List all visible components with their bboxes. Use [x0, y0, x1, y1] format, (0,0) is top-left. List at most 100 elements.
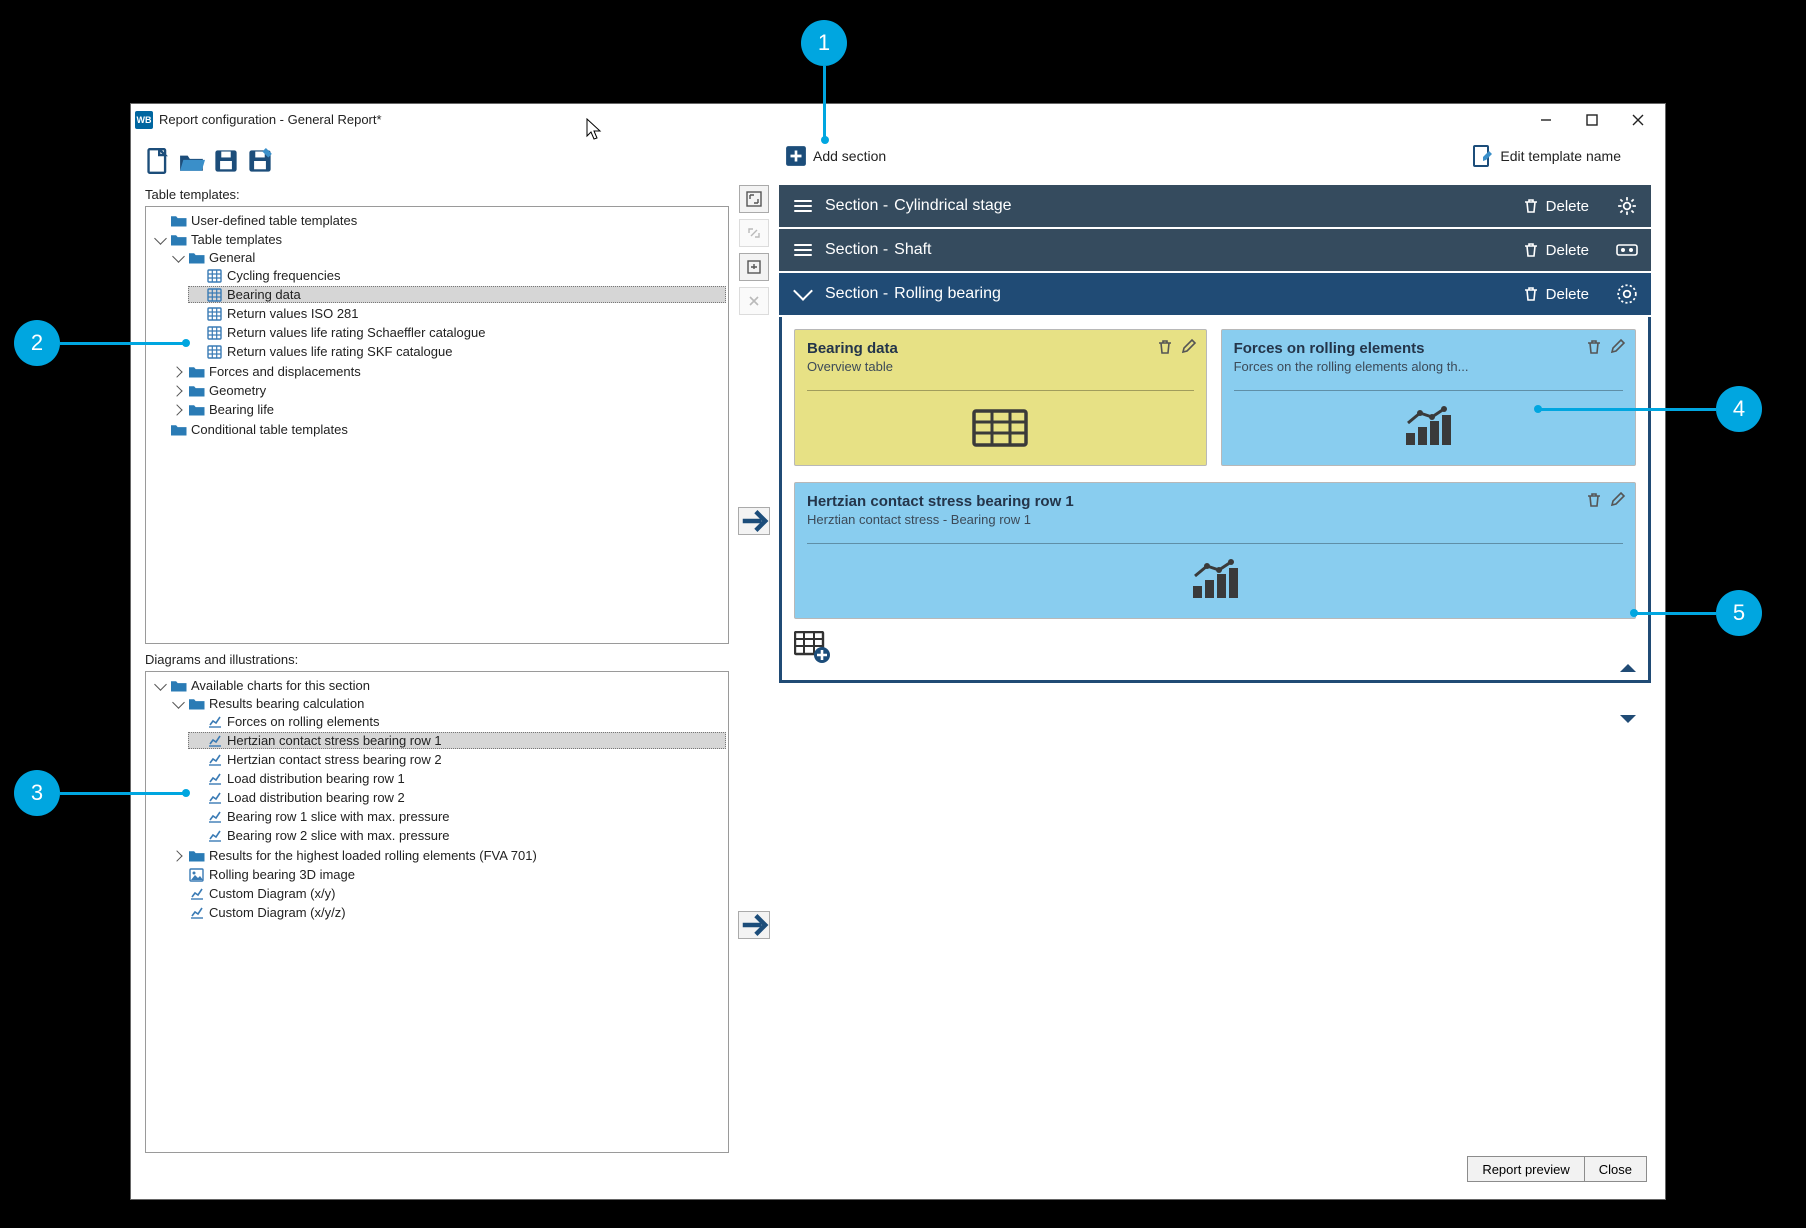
open-button[interactable] — [179, 148, 205, 177]
insert-chart-button[interactable] — [738, 911, 770, 939]
caret-icon[interactable] — [172, 385, 184, 397]
table-icon — [206, 287, 223, 302]
mid-btn-import[interactable] — [739, 253, 769, 281]
callout-1: 1 — [801, 20, 847, 66]
tree-item[interactable]: General — [209, 250, 255, 265]
tree-item[interactable]: Rolling bearing 3D image — [209, 867, 355, 882]
bearing-icon[interactable] — [1615, 283, 1639, 305]
chart-icon — [206, 809, 223, 824]
card-edit-button[interactable] — [1609, 338, 1627, 359]
chart-icon — [206, 828, 223, 843]
tree-item[interactable]: Load distribution bearing row 2 — [227, 790, 405, 805]
tree-item[interactable]: Custom Diagram (x/y/z) — [209, 905, 346, 920]
chart-icon — [206, 733, 223, 748]
titlebar: WB Report configuration - General Report… — [131, 104, 1665, 135]
tree-item[interactable]: Return values life rating Schaeffler cat… — [227, 325, 485, 340]
callout-3-dot — [182, 789, 190, 797]
gear-icon[interactable] — [1615, 196, 1639, 216]
caret-icon[interactable] — [154, 234, 166, 246]
tree-item-selected[interactable]: Hertzian contact stress bearing row 1 — [188, 732, 726, 749]
card-subtitle: Herztian contact stress - Bearing row 1 — [807, 512, 1623, 527]
card-delete-button[interactable] — [1585, 491, 1603, 512]
delete-section-button[interactable]: Delete — [1522, 197, 1589, 215]
callout-2-dot — [182, 339, 190, 347]
drag-handle-icon[interactable] — [793, 244, 813, 257]
card-bearing-data[interactable]: Bearing data Overview table — [794, 329, 1207, 466]
insert-table-button[interactable] — [738, 507, 770, 535]
delete-section-button[interactable]: Delete — [1522, 285, 1589, 303]
tree-item-selected[interactable]: Bearing data — [188, 286, 726, 303]
new-button[interactable] — [145, 148, 171, 177]
card-title: Forces on rolling elements — [1234, 340, 1623, 357]
tree-item[interactable]: Forces and displacements — [209, 364, 361, 379]
move-up-button[interactable] — [1615, 659, 1641, 686]
tree-item[interactable]: Table templates — [191, 232, 282, 247]
tree-item[interactable]: Cycling frequencies — [227, 268, 340, 283]
table-icon — [206, 306, 223, 321]
tree-item[interactable]: Bearing row 1 slice with max. pressure — [227, 809, 450, 824]
close-window-button[interactable] — [1615, 104, 1661, 135]
add-section-button[interactable]: Add section — [785, 145, 886, 167]
caret-icon[interactable] — [172, 366, 184, 378]
section-header-cylindrical[interactable]: Section - Cylindrical stage Delete — [779, 185, 1651, 227]
folder-icon — [188, 696, 205, 711]
tree-item[interactable]: Available charts for this section — [191, 678, 370, 693]
tree-item[interactable]: Return values life rating SKF catalogue — [227, 344, 452, 359]
tree-item[interactable]: Bearing row 2 slice with max. pressure — [227, 828, 450, 843]
maximize-button[interactable] — [1569, 104, 1615, 135]
add-section-label: Add section — [813, 148, 886, 164]
table-icon — [206, 268, 223, 283]
minimize-button[interactable] — [1523, 104, 1569, 135]
tree-item[interactable]: User-defined table templates — [191, 213, 357, 228]
card-hertzian[interactable]: Hertzian contact stress bearing row 1 He… — [794, 482, 1636, 619]
folder-icon — [170, 232, 187, 247]
shaft-icon[interactable] — [1615, 241, 1639, 259]
caret-icon[interactable] — [172, 252, 184, 264]
caret-icon[interactable] — [154, 680, 166, 692]
tree-item[interactable]: Geometry — [209, 383, 266, 398]
card-subtitle: Forces on the rolling elements along th.… — [1234, 359, 1623, 374]
add-table-button[interactable] — [794, 631, 1636, 668]
caret-icon[interactable] — [172, 850, 184, 862]
card-delete-button[interactable] — [1156, 338, 1174, 359]
chevron-down-icon[interactable] — [793, 290, 813, 298]
callout-3-line — [60, 792, 184, 795]
folder-icon — [188, 848, 205, 863]
report-preview-button[interactable]: Report preview — [1467, 1156, 1584, 1182]
tree-item[interactable]: Hertzian contact stress bearing row 2 — [227, 752, 442, 767]
tree-item[interactable]: Custom Diagram (x/y) — [209, 886, 335, 901]
mid-btn-remove — [739, 287, 769, 315]
delete-section-button[interactable]: Delete — [1522, 241, 1589, 259]
section-header-shaft[interactable]: Section - Shaft Delete — [779, 229, 1651, 271]
card-forces[interactable]: Forces on rolling elements Forces on the… — [1221, 329, 1636, 466]
callout-5: 5 — [1716, 590, 1762, 636]
table-icon — [206, 325, 223, 340]
mid-btn-expand[interactable] — [739, 185, 769, 213]
save-as-button[interactable] — [247, 148, 273, 177]
section-header-rolling-bearing[interactable]: Section - Rolling bearing Delete — [779, 273, 1651, 315]
caret-icon[interactable] — [172, 698, 184, 710]
diagrams-tree[interactable]: Available charts for this section Result… — [145, 671, 729, 1153]
card-edit-button[interactable] — [1180, 338, 1198, 359]
tree-item[interactable]: Results for the highest loaded rolling e… — [209, 848, 537, 863]
tree-item[interactable]: Forces on rolling elements — [227, 714, 379, 729]
tree-item[interactable]: Return values ISO 281 — [227, 306, 359, 321]
folder-icon — [170, 678, 187, 693]
table-templates-label: Table templates: — [145, 187, 729, 202]
tree-item[interactable]: Load distribution bearing row 1 — [227, 771, 405, 786]
caret-icon[interactable] — [172, 404, 184, 416]
card-title: Hertzian contact stress bearing row 1 — [807, 493, 1623, 510]
edit-template-name-button[interactable]: Edit template name — [1472, 145, 1621, 167]
edit-template-name-label: Edit template name — [1500, 148, 1621, 164]
drag-handle-icon[interactable] — [793, 200, 813, 213]
card-delete-button[interactable] — [1585, 338, 1603, 359]
save-button[interactable] — [213, 148, 239, 177]
cursor-icon — [586, 118, 604, 142]
table-templates-tree[interactable]: User-defined table templates Table templ… — [145, 206, 729, 644]
close-button[interactable]: Close — [1584, 1156, 1647, 1182]
card-edit-button[interactable] — [1609, 491, 1627, 512]
tree-item[interactable]: Conditional table templates — [191, 422, 348, 437]
move-down-button[interactable] — [1615, 706, 1641, 733]
tree-item[interactable]: Results bearing calculation — [209, 696, 364, 711]
tree-item[interactable]: Bearing life — [209, 402, 274, 417]
